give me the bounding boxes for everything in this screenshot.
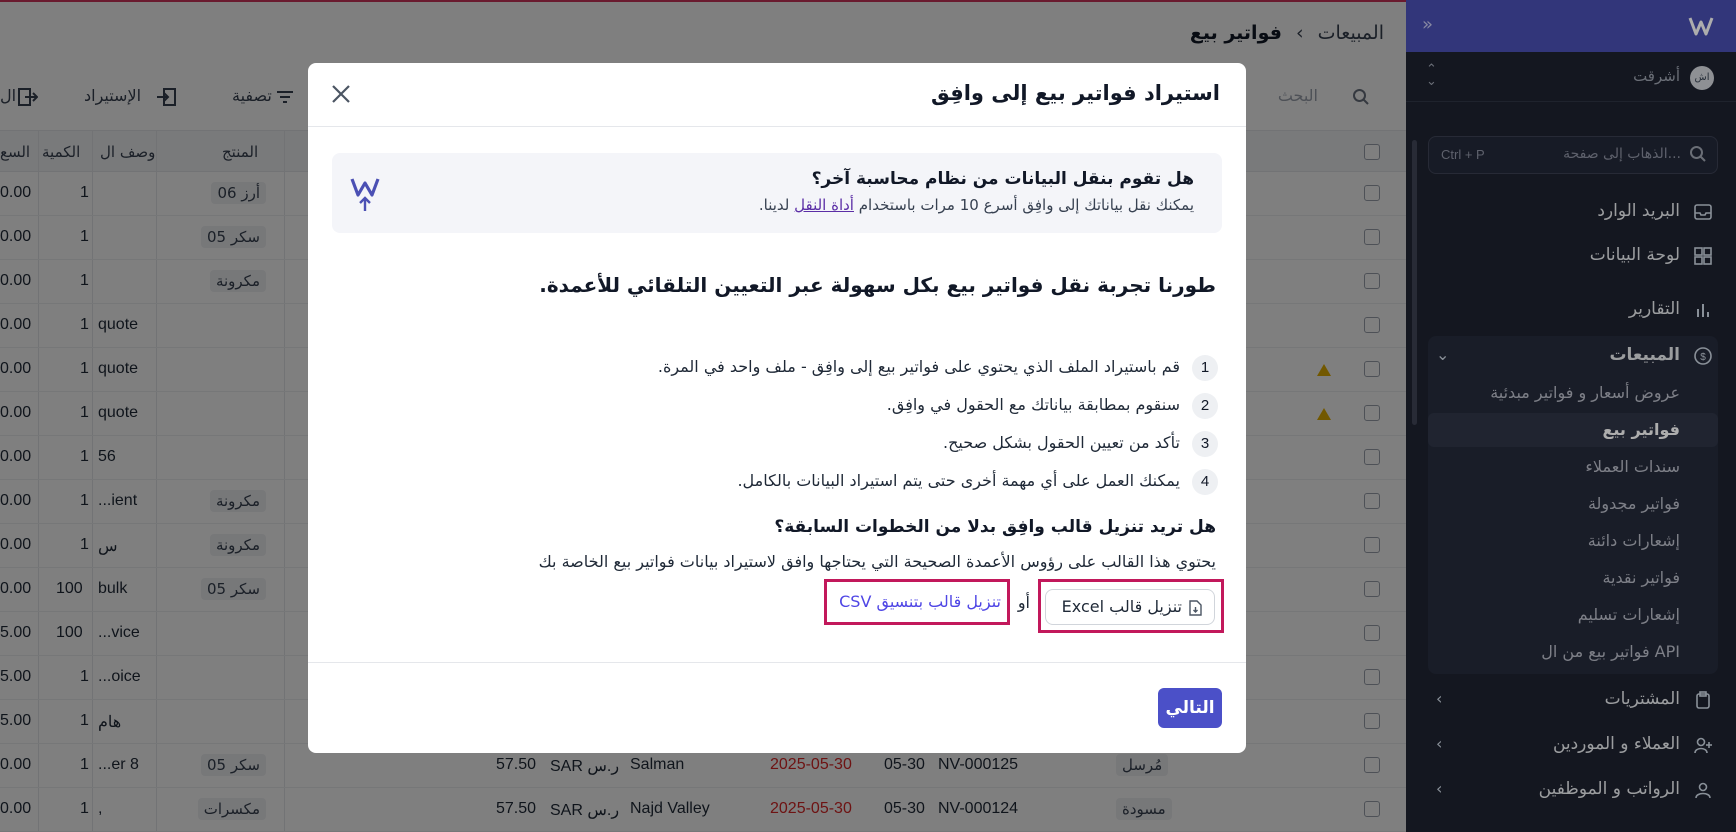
csv-highlight: تنزيل قالب بتنسيق CSV — [824, 579, 1010, 625]
step-item: 4 يمكنك العمل على أي مهمة أخرى حتى يتم ا… — [338, 469, 1218, 499]
step-item: 3 تأكد من تعيين الحقول بشكل صحيح. — [338, 431, 1218, 461]
import-modal: استيراد فواتير بيع إلى وافِق هل تقوم بنق… — [308, 63, 1246, 753]
modal-header: استيراد فواتير بيع إلى وافِق — [308, 63, 1246, 127]
banner-question: هل تقوم بنقل البيانات من نظام محاسبة آخر… — [811, 169, 1194, 189]
step-text: قم باستيراد الملف الذي يحتوي على فواتير … — [657, 357, 1180, 376]
template-description: يحتوي هذا القالب على رؤوس الأعمدة الصحيح… — [538, 552, 1216, 571]
file-download-icon — [1189, 600, 1202, 616]
modal-title: استيراد فواتير بيع إلى وافِق — [931, 81, 1220, 105]
template-question: هل تريد تنزيل قالب وافِق بدلا من الخطوات… — [774, 517, 1216, 537]
download-excel-button[interactable]: تنزيل قالب Excel — [1045, 589, 1215, 625]
download-excel-label: تنزيل قالب Excel — [1061, 597, 1182, 616]
step-number: 4 — [1192, 469, 1218, 495]
wafeq-migrate-icon — [350, 178, 380, 211]
banner-text-before: يمكنك نقل بياناتك إلى وافِق أسرع 10 مرات… — [853, 196, 1194, 214]
next-button[interactable]: التالي — [1158, 688, 1222, 728]
banner-text: يمكنك نقل بياناتك إلى وافِق أسرع 10 مرات… — [759, 196, 1194, 214]
step-text: يمكنك العمل على أي مهمة أخرى حتى يتم است… — [737, 471, 1180, 490]
step-number: 2 — [1192, 393, 1218, 419]
excel-highlight: تنزيل قالب Excel — [1038, 579, 1224, 633]
download-csv-link[interactable]: تنزيل قالب بتنسيق CSV — [839, 592, 1001, 611]
close-icon[interactable] — [326, 79, 356, 109]
migration-banner: هل تقوم بنقل البيانات من نظام محاسبة آخر… — [332, 153, 1222, 233]
migration-tool-link[interactable]: أداة النقل — [794, 196, 854, 214]
step-text: سنقوم بمطابقة بياناتك مع الحقول في وافِق… — [886, 395, 1180, 414]
step-item: 2 سنقوم بمطابقة بياناتك مع الحقول في واف… — [338, 393, 1218, 423]
step-text: تأكد من تعيين الحقول بشكل صحيح. — [943, 433, 1180, 452]
or-label: أو — [1017, 593, 1030, 612]
step-item: 1 قم باستيراد الملف الذي يحتوي على فواتي… — [338, 355, 1218, 385]
step-number: 1 — [1192, 355, 1218, 381]
banner-text-after: لدينا. — [758, 196, 795, 214]
download-options: تنزيل قالب Excel أو تنزيل قالب بتنسيق CS… — [324, 579, 1224, 633]
modal-footer: التالي — [308, 662, 1246, 753]
modal-heading: طورنا تجربة نقل فواتير بيع بكل سهولة عبر… — [539, 273, 1216, 297]
step-number: 3 — [1192, 431, 1218, 457]
sidebar-backdrop — [1406, 0, 1736, 832]
